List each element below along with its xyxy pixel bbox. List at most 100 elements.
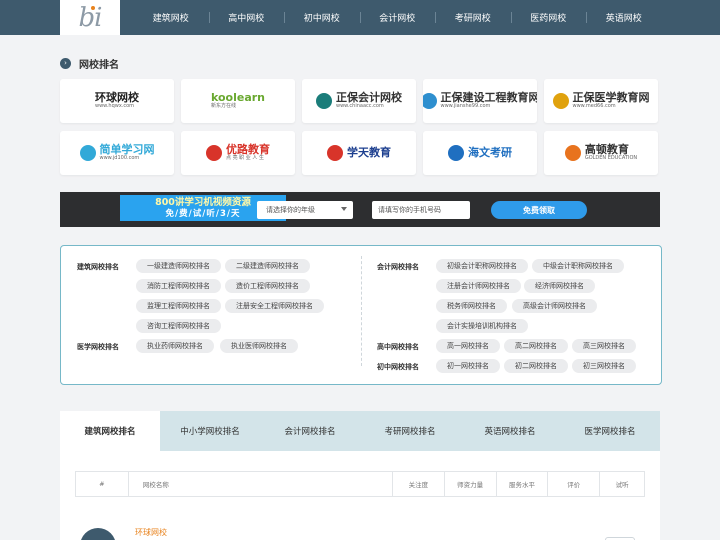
school-brand: 环球网校 www.hqwx.com bbox=[95, 91, 139, 110]
school-logo-card[interactable]: 正保建设工程教育网 www.jianshe99.com bbox=[423, 79, 537, 123]
ranking-link-chip[interactable]: 注册会计师网校排名 bbox=[436, 279, 521, 293]
table-column-header: 试听 bbox=[599, 471, 644, 497]
table-column-header: # bbox=[99, 480, 105, 488]
ranking-link-chip[interactable]: 初级会计职称网校排名 bbox=[436, 259, 528, 273]
school-logo-icon bbox=[552, 93, 569, 109]
school-brand-sub: 新东方在线 bbox=[210, 103, 236, 110]
school-brand-name: 海文考研 bbox=[468, 145, 512, 159]
ranking-link-chip[interactable]: 经济师网校排名 bbox=[524, 279, 595, 293]
table-column-header: 网校名称 bbox=[127, 471, 392, 497]
school-brand: 正保医学教育网 www.med66.com bbox=[572, 91, 650, 110]
school-brand-sub: www.jd100.com bbox=[99, 155, 140, 162]
ranking-link-chip[interactable]: 一级建造师网校排名 bbox=[136, 259, 221, 273]
ranking-link-chip[interactable]: 初二网校排名 bbox=[504, 359, 568, 373]
school-logo-card[interactable]: 环球网校 www.hqwx.com bbox=[60, 79, 174, 123]
ranking-link-chip[interactable]: 高三网校排名 bbox=[572, 339, 636, 353]
grade-select[interactable]: 请选择你的年级 bbox=[257, 201, 353, 219]
school-brand: 优路教育点 亮 职 业 人 生 bbox=[226, 143, 270, 162]
table-column-header: 师资力量 bbox=[443, 471, 496, 497]
promo-banner: 800讲学习机视频资源 免/费/试/听/3/天 请选择你的年级 免费领取 bbox=[60, 192, 660, 227]
chevron-right-icon: › bbox=[60, 57, 71, 69]
section-title: 网校排名 bbox=[79, 59, 119, 71]
school-logo-card[interactable]: 高顿教育 GOLDEN EDUCATION bbox=[544, 131, 658, 175]
school-logo-icon bbox=[206, 145, 222, 161]
school-brand: 学天教育 bbox=[347, 145, 391, 160]
school-logo-card[interactable]: 优路教育点 亮 职 业 人 生 bbox=[181, 131, 295, 175]
ranking-link-chip[interactable]: 造价工程师网校排名 bbox=[225, 279, 310, 293]
nav-item[interactable]: 考研网校 bbox=[435, 0, 511, 35]
school-brand-sub: GOLDEN EDUCATION bbox=[584, 155, 638, 162]
ranking-tab[interactable]: 中小学网校排名 bbox=[160, 411, 260, 451]
ranking-tab[interactable]: 会计网校排名 bbox=[260, 411, 360, 451]
caret-down-icon bbox=[341, 207, 347, 211]
ranking-link-chip[interactable]: 注册安全工程师网校排名 bbox=[225, 299, 324, 313]
site-logo[interactable]: bi bbox=[60, 0, 120, 35]
school-logo-card[interactable]: 简单学习网 www.jd100.com bbox=[60, 131, 174, 175]
school-logo-grid: 环球网校 www.hqwx.com koolearn 新东方在线 正保会计网校 www.c… bbox=[60, 79, 660, 175]
nav-item[interactable]: 英语网校 bbox=[586, 0, 662, 35]
ranking-tab[interactable]: 建筑网校排名 bbox=[60, 411, 160, 451]
top-nav-bar: bi 建筑网校 高中网校 初中网校 会计网校 考研网校 医药网校 英语网校 bbox=[0, 0, 720, 35]
school-logo-icon bbox=[316, 93, 332, 109]
free-claim-button[interactable]: 免费领取 bbox=[491, 201, 587, 219]
school-logo-card[interactable]: 正保会计网校 www.chinaacc.com bbox=[302, 79, 416, 123]
ranking-link-chip[interactable]: 初三网校排名 bbox=[572, 359, 636, 373]
nav-item[interactable]: 高中网校 bbox=[208, 0, 285, 35]
school-logo-icon bbox=[79, 145, 96, 161]
ranking-tab[interactable]: 医学网校排名 bbox=[560, 411, 660, 451]
school-brand: 海文考研 bbox=[468, 145, 512, 160]
school-logo-card[interactable]: 海文考研 bbox=[423, 131, 537, 175]
ranking-link-chip[interactable]: 会计实操培训机构排名 bbox=[436, 319, 528, 333]
ranking-link-chip[interactable]: 高级会计师网校排名 bbox=[512, 299, 597, 313]
ranking-link-chip[interactable]: 二级建造师网校排名 bbox=[225, 259, 310, 273]
section-header: › 网校排名 bbox=[60, 56, 119, 71]
promo-subline: 免/费/试/听/3/天 bbox=[165, 208, 241, 219]
ranking-link-chip[interactable]: 初一网校排名 bbox=[436, 359, 500, 373]
ranking-link-chip[interactable]: 监理工程师网校排名 bbox=[136, 299, 221, 313]
school-brand-sub: www.hqwx.com bbox=[95, 103, 135, 110]
ranking-tab[interactable]: 考研网校排名 bbox=[360, 411, 460, 451]
ranking-link-chip[interactable]: 高二网校排名 bbox=[504, 339, 568, 353]
school-brand-sub: 点 亮 职 业 人 生 bbox=[226, 155, 264, 162]
ranking-link-chip[interactable]: 消防工程师网校排名 bbox=[136, 279, 221, 293]
table-column-header: 关注度 bbox=[391, 471, 444, 497]
school-brand-sub: www.jianshe99.com bbox=[440, 103, 491, 110]
ranking-category-label: 会计网校排名 bbox=[377, 263, 419, 271]
nav-item[interactable]: 初中网校 bbox=[284, 0, 360, 35]
ranking-category-label: 医学网校排名 bbox=[77, 343, 119, 351]
ranking-link-chip[interactable]: 咨询工程师网校排名 bbox=[136, 319, 221, 333]
grade-select-value: 请选择你的年级 bbox=[266, 206, 315, 214]
panel-divider bbox=[361, 256, 362, 366]
phone-input[interactable] bbox=[372, 201, 470, 219]
school-logo-icon bbox=[448, 145, 464, 161]
ranking-link-chip[interactable]: 高一网校排名 bbox=[436, 339, 500, 353]
ranking-category-label: 高中网校排名 bbox=[377, 343, 419, 351]
school-logo-card[interactable]: koolearn 新东方在线 bbox=[181, 79, 295, 123]
ranking-tab[interactable]: 英语网校排名 bbox=[460, 411, 560, 451]
school-brand: koolearn 新东方在线 bbox=[210, 91, 265, 110]
school-brand-name: 学天教育 bbox=[347, 145, 391, 159]
nav-item[interactable]: 医药网校 bbox=[510, 0, 587, 35]
nav-item[interactable]: 会计网校 bbox=[359, 0, 436, 35]
ranking-tabs-section: 建筑网校排名 中小学网校排名 会计网校排名 考研网校排名 英语网校排名 医学网校排名 # 网… bbox=[60, 411, 660, 540]
school-logo-card[interactable]: 学天教育 bbox=[302, 131, 416, 175]
ranking-link-chip[interactable]: 中级会计职称网校排名 bbox=[532, 259, 624, 273]
ranking-category-label: 建筑网校排名 bbox=[77, 263, 119, 271]
ranking-link-chip[interactable]: 执业医师网校排名 bbox=[220, 339, 298, 353]
school-brand: 正保建设工程教育网 www.jianshe99.com bbox=[440, 91, 538, 110]
school-logo-icon bbox=[423, 93, 437, 109]
school-name-link[interactable]: 环球网校 bbox=[135, 527, 167, 538]
ranking-link-chip[interactable]: 税务师网校排名 bbox=[436, 299, 507, 313]
logo-text: bi bbox=[78, 2, 103, 33]
table-header: # 网校名称 关注度 师资力量 服务水平 评价 试听 bbox=[75, 471, 645, 497]
ranking-link-chip[interactable]: 执业药师网校排名 bbox=[136, 339, 214, 353]
ranking-categories-panel: 建筑网校排名 一级建造师网校排名 二级建造师网校排名 消防工程师网校排名 造价工程师网校… bbox=[60, 245, 662, 385]
school-brand: 正保会计网校 www.chinaacc.com bbox=[336, 91, 402, 110]
school-brand: 高顿教育 GOLDEN EDUCATION bbox=[584, 143, 638, 162]
main-nav: 建筑网校 高中网校 初中网校 会计网校 考研网校 医药网校 英语网校 bbox=[133, 0, 662, 35]
nav-item[interactable]: 建筑网校 bbox=[133, 0, 209, 35]
school-logo-icon bbox=[327, 145, 343, 161]
school-logo-card[interactable]: 正保医学教育网 www.med66.com bbox=[544, 79, 658, 123]
school-logo-icon bbox=[564, 145, 581, 161]
school-brand-sub: www.med66.com bbox=[572, 103, 616, 110]
